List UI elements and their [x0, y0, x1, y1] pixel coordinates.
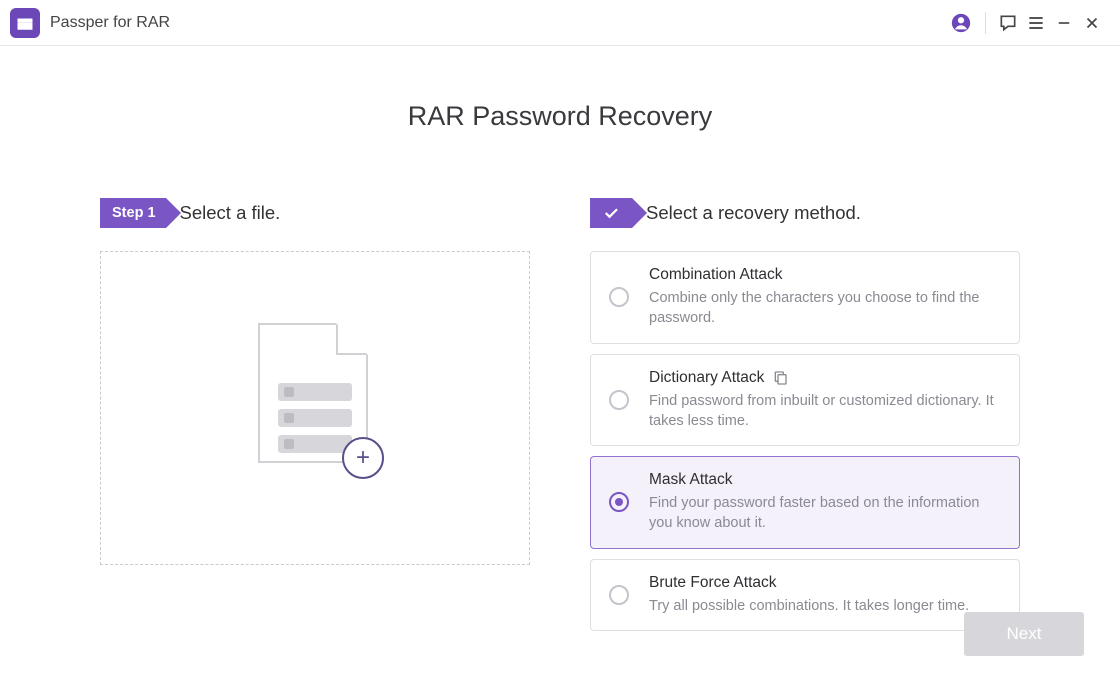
app-title: Passper for RAR: [50, 14, 170, 32]
radio-icon: [609, 585, 629, 605]
radio-icon: [609, 492, 629, 512]
file-dropzone[interactable]: +: [100, 251, 530, 565]
step1-column: Step 1 Select a file. +: [100, 197, 530, 631]
method-card[interactable]: Dictionary Attack Find password from inbu…: [590, 354, 1020, 447]
method-card[interactable]: Brute Force Attack Try all possible combi…: [590, 559, 1020, 631]
next-button[interactable]: Next: [964, 612, 1084, 656]
method-card[interactable]: Combination Attack Combine only the chara…: [590, 251, 1020, 344]
recovery-method-list: Combination Attack Combine only the chara…: [590, 251, 1020, 631]
check-icon: [602, 203, 620, 223]
add-file-icon: +: [342, 437, 384, 479]
method-description: Find password from inbuilt or customized…: [649, 391, 1001, 432]
method-title: Mask Attack: [649, 471, 1001, 489]
method-description: Find your password faster based on the i…: [649, 493, 1001, 534]
step1-label: Select a file.: [180, 202, 281, 224]
method-description: Try all possible combinations. It takes …: [649, 596, 1001, 616]
radio-icon: [609, 390, 629, 410]
minimize-button[interactable]: [1050, 9, 1078, 37]
method-title: Combination Attack: [649, 266, 1001, 284]
titlebar: Passper for RAR: [0, 0, 1120, 46]
import-dictionary-icon[interactable]: [772, 370, 788, 386]
radio-icon: [609, 287, 629, 307]
step2-label: Select a recovery method.: [646, 202, 861, 224]
step2-badge: [590, 198, 632, 228]
main-content: RAR Password Recovery Step 1 Select a fi…: [0, 101, 1120, 631]
step1-badge: Step 1: [100, 198, 166, 228]
page-heading: RAR Password Recovery: [100, 101, 1020, 132]
titlebar-divider: [985, 12, 986, 34]
app-logo-icon: [10, 8, 40, 38]
method-title: Brute Force Attack: [649, 574, 1001, 592]
method-card[interactable]: Mask Attack Find your password faster bas…: [590, 456, 1020, 549]
feedback-icon[interactable]: [994, 9, 1022, 37]
method-title: Dictionary Attack: [649, 369, 1001, 387]
archive-file-icon: +: [250, 323, 380, 493]
account-icon[interactable]: [947, 9, 975, 37]
method-description: Combine only the characters you choose t…: [649, 288, 1001, 329]
close-button[interactable]: [1078, 9, 1106, 37]
menu-icon[interactable]: [1022, 9, 1050, 37]
step2-column: Select a recovery method. Combination At…: [590, 197, 1020, 631]
